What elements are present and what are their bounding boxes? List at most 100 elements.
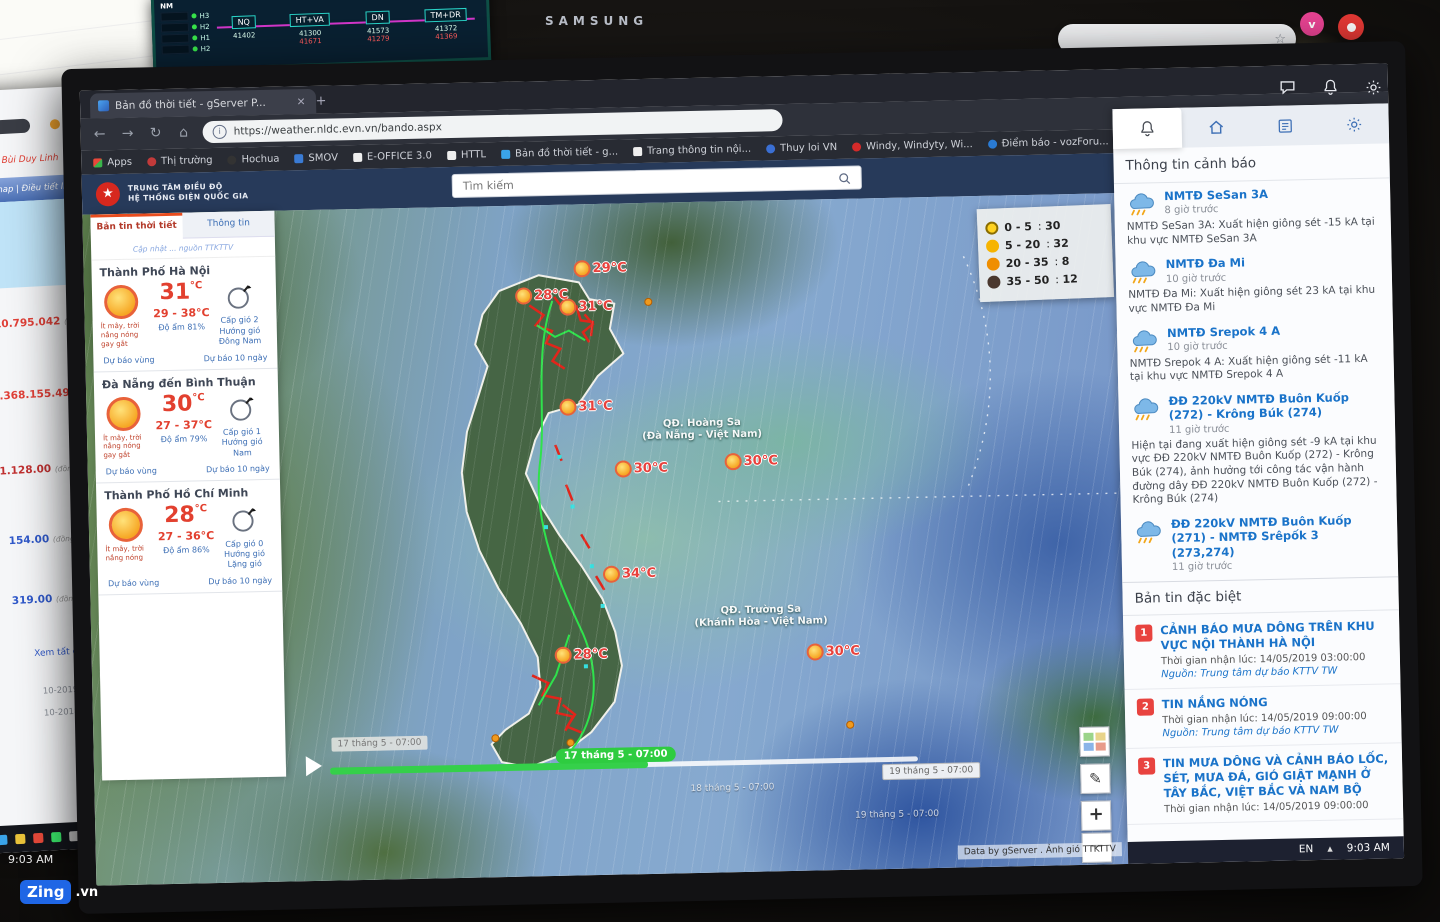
site-info-icon[interactable]: i (213, 125, 227, 139)
forward-button[interactable]: → (119, 126, 137, 142)
tab-bulletins[interactable] (1250, 105, 1320, 146)
bookmark-label: SMOV (308, 152, 338, 164)
alert-item[interactable]: NMTĐ SeSan 3A 8 giờ trước NMTĐ SeSan 3A:… (1114, 178, 1391, 252)
bookmark-item[interactable]: Thuy loi VN (766, 141, 837, 153)
map-temp-marker[interactable]: 30°C (806, 643, 859, 661)
storm-cloud-icon (1130, 396, 1161, 423)
city-temp: 31°C (152, 281, 210, 304)
layers-button[interactable] (1079, 726, 1110, 757)
bookmark-item[interactable]: Windy, Windyty, Wi... (852, 139, 973, 153)
map-temp-marker[interactable]: 31°C (559, 398, 612, 416)
url-text: https://weather.nldc.evn.vn/bando.aspx (234, 121, 442, 137)
bookmark-icon (294, 154, 303, 163)
zing-watermark: Zing .vn (20, 880, 98, 904)
region-forecast-link[interactable]: Dự báo vùng (108, 578, 159, 588)
tab-notifications[interactable] (1112, 108, 1182, 149)
storm-cloud-icon (1133, 519, 1164, 546)
sun-marker-icon (615, 460, 632, 477)
new-tab-button[interactable]: + (312, 93, 330, 111)
legend-dot (987, 275, 1000, 288)
reload-button[interactable]: ↻ (146, 125, 164, 141)
bookmark-item[interactable]: Bản đồ thời tiết - g... (501, 146, 618, 159)
marker-temp-label: 29°C (592, 260, 626, 276)
map-temp-marker[interactable]: 29°C (573, 259, 626, 277)
greeting-text: Xin chào Bùi Duy Linh (0, 153, 59, 168)
bookmark-item[interactable]: Điểm báo - vozForu... (988, 136, 1109, 150)
ten-day-forecast-link[interactable]: Dự báo 10 ngày (206, 464, 270, 474)
region-forecast-link[interactable]: Dự báo vùng (103, 355, 154, 365)
search-icon[interactable] (838, 171, 852, 190)
bookmark-label: Thị trường (161, 155, 213, 167)
taskbar-app-icon[interactable] (33, 832, 44, 843)
home-button[interactable]: ⌂ (174, 124, 192, 140)
taskbar-app-icon[interactable] (15, 833, 26, 844)
alert-body: NMTĐ SeSan 3A: Xuất hiện giông sét -15 k… (1127, 216, 1380, 249)
weather-panel: Bản tin thời tiết Thông tin Cập nhật ...… (90, 211, 286, 781)
tab-weather-bulletin[interactable]: Bản tin thời tiết (90, 213, 183, 241)
sun-marker-icon (603, 566, 620, 583)
bulletin-item[interactable]: 3 TIN MƯA DÔNG VÀ CẢNH BÁO LỐC, SÉT, MƯA… (1126, 743, 1404, 825)
bookmark-item[interactable]: Hochua (227, 153, 279, 165)
alert-item[interactable]: NMTĐ Đa Mi 10 giờ trước NMTĐ Đa Mi: Xuất… (1115, 247, 1392, 321)
bulletin-number-badge: 1 (1135, 624, 1152, 641)
alert-item[interactable]: ĐĐ 220kV NMTĐ Buôn Kuốp (272) - Krông Bú… (1118, 383, 1397, 512)
timeline-tick-label: 18 tháng 5 - 07:00 (690, 782, 774, 794)
bookmark-item[interactable]: Trang thông tin nội... (633, 143, 751, 156)
alert-item[interactable]: NMTĐ Srepok 4 A 10 giờ trước NMTĐ Srepok… (1117, 315, 1394, 389)
alert-item[interactable]: ĐĐ 220kV NMTĐ Buôn Kuốp (271) - NMTĐ Srê… (1121, 506, 1398, 578)
taskbar-app-icon[interactable] (0, 834, 8, 845)
gear-icon[interactable] (1364, 78, 1383, 97)
sun-marker-icon (559, 298, 576, 315)
bell-icon[interactable] (1321, 78, 1340, 97)
bulletin-item[interactable]: 1 CẢNH BÁO MƯA DÔNG TRÊN KHU VỰC NỘI THÀ… (1123, 610, 1400, 690)
bookmark-item[interactable]: SMOV (294, 152, 338, 164)
zoom-in-button[interactable]: + (1081, 800, 1112, 831)
legend-range: 35 - 50 (1006, 273, 1049, 288)
scada-label: NM (160, 2, 173, 10)
search-input[interactable] (452, 165, 862, 198)
map-temp-marker[interactable]: 28°C (555, 646, 608, 664)
bookmark-item[interactable]: E-OFFICE 3.0 (353, 150, 432, 163)
scada-node: HT+VA 41300 41671 (282, 12, 337, 46)
bookmark-item[interactable]: HTTL (447, 149, 486, 161)
city-name: Thành Phố Hà Nội (99, 263, 267, 280)
extension-avatar-v[interactable]: v (1300, 12, 1324, 36)
legend-range: 0 - 5 (1004, 220, 1032, 234)
home-icon (1207, 117, 1226, 136)
draw-tool-button[interactable]: ✎ (1080, 763, 1111, 794)
clock[interactable]: 9:03 AM (1347, 842, 1390, 855)
language-indicator[interactable]: EN (1299, 843, 1314, 855)
bookmark-item[interactable]: Thị trường (147, 155, 213, 167)
map-temp-marker[interactable]: 30°C (615, 460, 668, 478)
bookmark-label: HTTL (461, 149, 486, 161)
ten-day-forecast-link[interactable]: Dự báo 10 ngày (208, 576, 272, 586)
ten-day-forecast-link[interactable]: Dự báo 10 ngày (204, 352, 268, 362)
storm-cloud-icon (1126, 191, 1157, 218)
taskbar-app-icon[interactable] (51, 831, 62, 842)
tab-settings[interactable] (1319, 103, 1389, 144)
bulletin-time: Thời gian nhận lúc: 14/05/2019 09:00:00 (1164, 799, 1391, 815)
back-button[interactable]: ← (91, 126, 109, 142)
monitor-brand-logo: SAMSUNG (545, 14, 648, 28)
alert-title: ĐĐ 220kV NMTĐ Buôn Kuốp (271) - NMTĐ Srê… (1171, 512, 1386, 560)
scada-row-label: H1 (200, 33, 210, 41)
tab-home[interactable] (1181, 106, 1251, 147)
bulletin-item[interactable]: 2 TIN NẮNG NÓNG Thời gian nhận lúc: 14/0… (1125, 684, 1402, 749)
scada-node-label: TM+DR (424, 8, 467, 22)
zing-vn-suffix: .vn (75, 885, 98, 900)
city-sky-desc: Ít mây, trời nắng nóng gay gắt (101, 321, 154, 348)
tab-information[interactable]: Thông tin (182, 211, 275, 239)
city-humidity: Độ ẩm 86% (157, 545, 215, 555)
tab-close-icon[interactable]: ✕ (294, 96, 308, 108)
map-temp-marker[interactable]: 34°C (603, 565, 656, 583)
alert-time: 11 giờ trước (1172, 557, 1386, 572)
extension-avatar-red[interactable] (1338, 14, 1364, 40)
chat-bubble-icon[interactable] (1278, 78, 1297, 97)
bookmark-item[interactable]: Apps (93, 156, 132, 168)
bookmark-icon (501, 149, 510, 158)
region-forecast-link[interactable]: Dự báo vùng (106, 466, 157, 476)
tray-chevron-icon[interactable]: ▲ (1327, 845, 1333, 853)
map-temp-marker[interactable]: 30°C (724, 452, 777, 470)
map-temp-marker[interactable]: 31°C (559, 298, 612, 316)
timeline-play-button[interactable] (306, 756, 322, 776)
